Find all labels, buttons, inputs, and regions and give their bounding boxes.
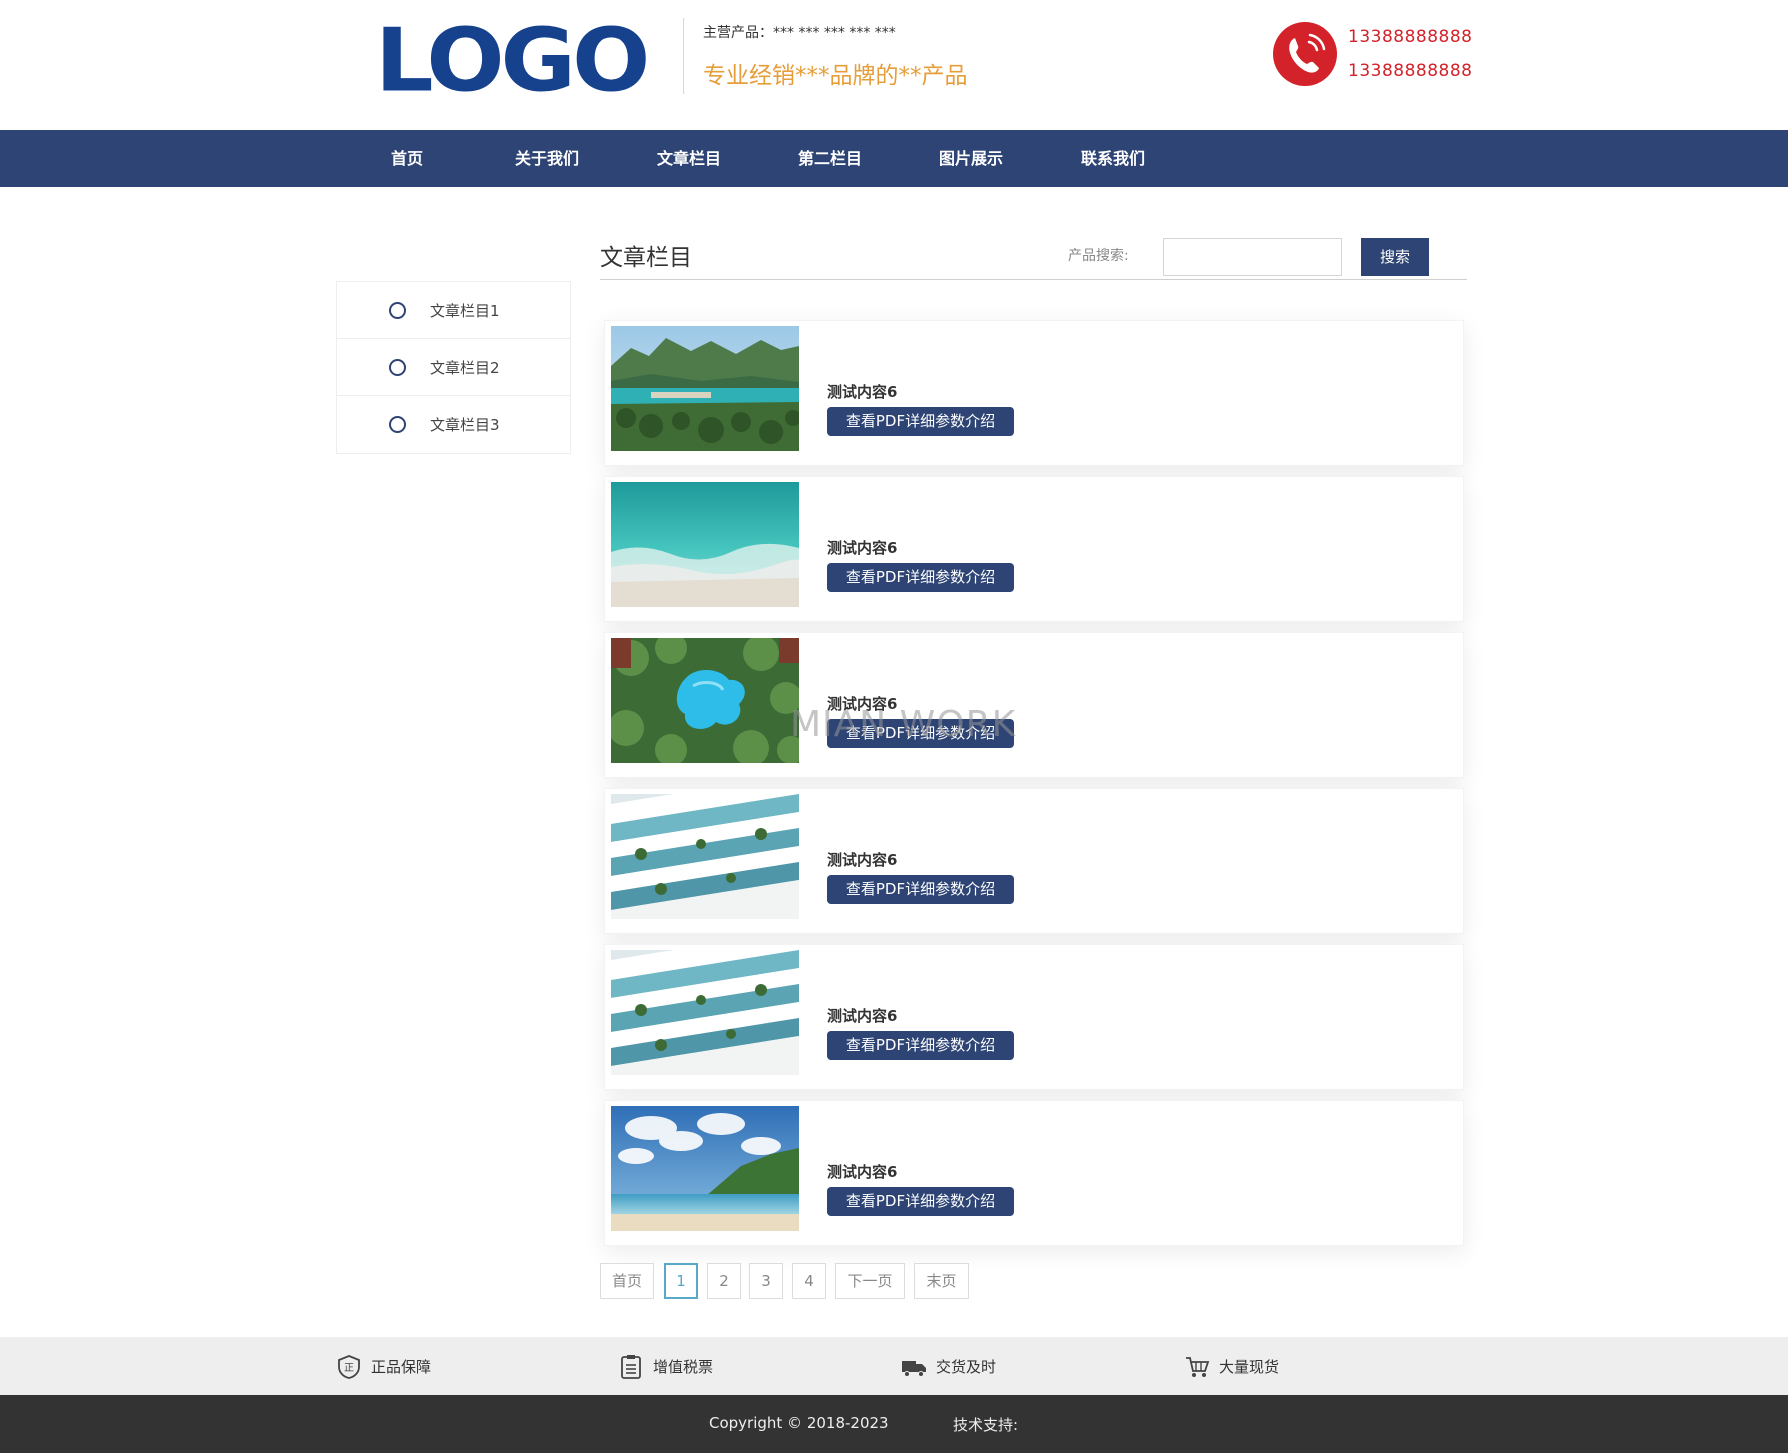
building-balconies-photo[interactable] <box>611 794 799 919</box>
nav-item-contact[interactable]: 联系我们 <box>1058 130 1168 187</box>
invoice-icon <box>618 1354 644 1380</box>
site-logo[interactable]: LOGO <box>375 17 650 104</box>
resort-pool-photo[interactable] <box>611 638 799 763</box>
article-title[interactable]: 测试内容6 <box>827 1161 897 1182</box>
article-card: 测试内容6 查看PDF详细参数介绍 <box>604 632 1464 778</box>
page-3[interactable]: 3 <box>749 1263 783 1299</box>
feature-bar: 正 正品保障 增值税票 交货及时 大量现货 <box>0 1337 1788 1395</box>
site-footer: Copyright © 2018-2023 技术支持: <box>0 1395 1788 1453</box>
search-button[interactable]: 搜索 <box>1361 238 1429 276</box>
feature-label: 正品保障 <box>371 1358 432 1376</box>
search-label: 产品搜索: <box>1068 248 1129 264</box>
page-title: 文章栏目 <box>600 245 692 271</box>
building-balconies-photo[interactable] <box>611 950 799 1075</box>
page-last[interactable]: 末页 <box>914 1263 969 1299</box>
circle-icon <box>389 302 406 319</box>
article-title[interactable]: 测试内容6 <box>827 1005 897 1026</box>
sidebar-menu: 文章栏目1 文章栏目2 文章栏目3 <box>336 281 571 454</box>
article-card: 测试内容6 查看PDF详细参数介绍 <box>604 944 1464 1090</box>
view-pdf-button[interactable]: 查看PDF详细参数介绍 <box>827 1187 1014 1216</box>
view-pdf-button[interactable]: 查看PDF详细参数介绍 <box>827 563 1014 592</box>
page-first[interactable]: 首页 <box>600 1263 654 1299</box>
coast-sky-photo[interactable] <box>611 1106 799 1231</box>
site-header: LOGO 主营产品：*** *** *** *** *** 专业经销***品牌的… <box>0 0 1788 130</box>
sidebar-item-label: 文章栏目1 <box>430 302 500 320</box>
copyright-text: Copyright © 2018-2023 <box>709 1414 889 1432</box>
view-pdf-button[interactable]: 查看PDF详细参数介绍 <box>827 1031 1014 1060</box>
nav-item-gallery[interactable]: 图片展示 <box>916 130 1026 187</box>
phone-number-1: 13388888888 <box>1348 27 1473 47</box>
feature-label: 增值税票 <box>653 1358 714 1376</box>
page-1[interactable]: 1 <box>664 1263 698 1299</box>
view-pdf-button[interactable]: 查看PDF详细参数介绍 <box>827 407 1014 436</box>
feature-label: 交货及时 <box>936 1358 997 1376</box>
nav-item-about[interactable]: 关于我们 <box>492 130 602 187</box>
main-products-text: 主营产品：*** *** *** *** *** <box>703 25 896 41</box>
feature-label: 大量现货 <box>1219 1358 1280 1376</box>
nav-item-home[interactable]: 首页 <box>352 130 462 187</box>
tropical-bay-photo[interactable] <box>611 326 799 451</box>
article-card: 测试内容6 查看PDF详细参数介绍 <box>604 1100 1464 1246</box>
phone-number-2: 13388888888 <box>1348 61 1473 81</box>
beach-waves-photo[interactable] <box>611 482 799 607</box>
title-divider <box>600 279 1467 280</box>
article-title[interactable]: 测试内容6 <box>827 849 897 870</box>
article-card: 测试内容6 查看PDF详细参数介绍 <box>604 476 1464 622</box>
sidebar-item-label: 文章栏目2 <box>430 359 500 377</box>
header-slogan: 专业经销***品牌的**产品 <box>703 63 968 89</box>
sidebar-item-article-2[interactable]: 文章栏目2 <box>337 339 570 396</box>
page-4[interactable]: 4 <box>792 1263 826 1299</box>
truck-icon <box>901 1354 927 1380</box>
shield-icon: 正 <box>336 1354 362 1380</box>
article-card: 测试内容6 查看PDF详细参数介绍 <box>604 320 1464 466</box>
view-pdf-button[interactable]: 查看PDF详细参数介绍 <box>827 875 1014 904</box>
header-divider <box>683 18 684 94</box>
circle-icon <box>389 416 406 433</box>
nav-item-second-column[interactable]: 第二栏目 <box>775 130 885 187</box>
page-next[interactable]: 下一页 <box>835 1263 905 1299</box>
phone-icon <box>1273 22 1337 86</box>
sidebar-item-article-1[interactable]: 文章栏目1 <box>337 282 570 339</box>
main-nav: 首页 关于我们 文章栏目 第二栏目 图片展示 联系我们 <box>0 130 1788 187</box>
svg-text:正: 正 <box>344 1363 354 1374</box>
article-title[interactable]: 测试内容6 <box>827 381 897 402</box>
article-title[interactable]: 测试内容6 <box>827 537 897 558</box>
sidebar-item-article-3[interactable]: 文章栏目3 <box>337 396 570 453</box>
nav-item-articles[interactable]: 文章栏目 <box>634 130 744 187</box>
article-card: 测试内容6 查看PDF详细参数介绍 <box>604 788 1464 934</box>
circle-icon <box>389 359 406 376</box>
sidebar-item-label: 文章栏目3 <box>430 416 500 434</box>
page-2[interactable]: 2 <box>707 1263 741 1299</box>
watermark-text: MIAN WORK <box>790 704 1017 745</box>
cart-icon <box>1184 1354 1210 1380</box>
tech-support-text: 技术支持: <box>953 1416 1019 1434</box>
search-input[interactable] <box>1163 238 1342 276</box>
